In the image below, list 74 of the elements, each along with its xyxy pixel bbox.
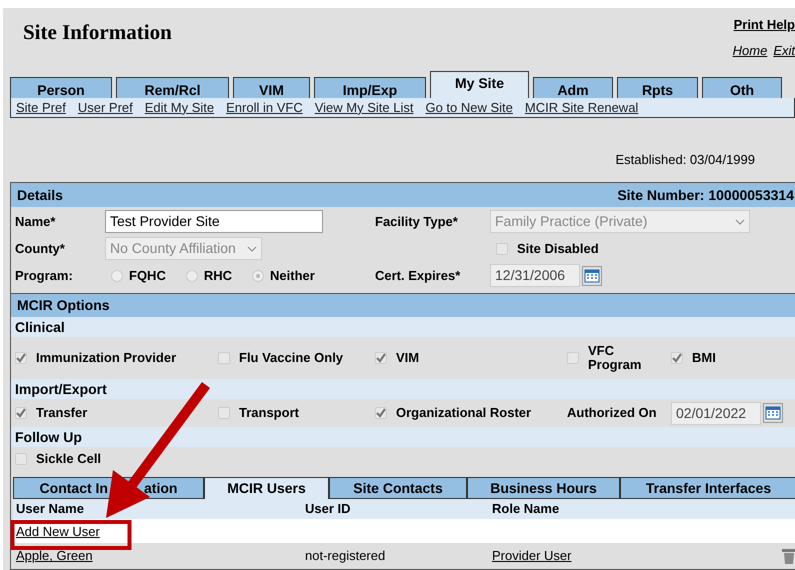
field-label: Cert. Expires*	[375, 266, 462, 285]
checkbox[interactable]	[496, 242, 508, 254]
field-label: County*	[15, 240, 66, 258]
add-user-link[interactable]: Add New User	[16, 524, 100, 539]
option-label: RHC	[204, 266, 232, 285]
tab[interactable]: VIM	[233, 77, 310, 98]
menu-link[interactable]: MCIR Site Renewal	[524, 98, 638, 118]
checkbox[interactable]	[15, 352, 27, 364]
field-label: Facility Type*	[375, 212, 459, 231]
tab[interactable]: Business Hours	[467, 477, 620, 499]
checkbox[interactable]	[218, 407, 230, 419]
role-link[interactable]: Provider User	[492, 546, 572, 566]
tab[interactable]: Transfer Interfaces	[620, 477, 795, 499]
option-label: BMI	[692, 349, 716, 368]
option-label: Immunization Provider	[36, 349, 176, 368]
field-label: Program:	[15, 266, 74, 285]
section-title: MCIR Options	[17, 296, 110, 315]
trash-icon[interactable]	[782, 548, 795, 564]
group-title: Import/Export	[15, 380, 107, 399]
radio-button[interactable]	[186, 270, 198, 282]
option-label: Transport	[239, 404, 299, 422]
print-help-link[interactable]: Print Help	[734, 15, 795, 34]
nav-link[interactable]: Home	[732, 40, 768, 60]
tab[interactable]: Imp/Exp	[314, 77, 426, 98]
menu-link[interactable]: View My Site List	[314, 98, 414, 118]
tab[interactable]: Oth	[702, 77, 782, 98]
radio-button[interactable]	[111, 270, 123, 282]
option-label: Transfer	[36, 404, 88, 422]
tab[interactable]: My Site	[430, 71, 529, 98]
option-label: Organizational Roster	[396, 404, 532, 422]
option-label: Site Disabled	[517, 240, 599, 258]
calendar-icon[interactable]	[763, 403, 783, 423]
checkbox[interactable]	[671, 352, 683, 364]
checkbox[interactable]	[15, 453, 27, 465]
site-number: Site Number: 10000053314	[617, 186, 794, 204]
menu-link[interactable]: Enroll in VFC	[226, 98, 303, 118]
tab[interactable]: Site Contacts	[329, 477, 467, 499]
option-label: FQHC	[129, 266, 166, 285]
tab[interactable]: Rem/Rcl	[116, 77, 229, 98]
user-name-link[interactable]: Apple, Green	[16, 546, 305, 566]
group-title: Follow Up	[15, 428, 82, 447]
radio-button[interactable]	[252, 270, 264, 282]
calendar-icon[interactable]	[582, 266, 602, 286]
input-field[interactable]: 12/31/2006	[490, 264, 580, 287]
column-header: User Name	[16, 500, 85, 518]
option-label: Flu Vaccine Only	[239, 349, 344, 368]
page-title: Site Information	[22, 19, 172, 46]
menu-link[interactable]: Go to New Site	[425, 98, 513, 118]
option-label: VIM	[396, 349, 420, 368]
checkbox[interactable]	[375, 352, 387, 364]
checkbox[interactable]	[567, 352, 579, 364]
tab[interactable]: MCIR Users	[204, 477, 329, 499]
menu-link[interactable]: User Pref	[78, 98, 133, 118]
tab[interactable]: Person	[10, 77, 112, 98]
menu-link[interactable]: Edit My Site	[144, 98, 214, 118]
established-date: Established: 03/04/1999	[616, 152, 755, 167]
tab[interactable]: Rpts	[617, 77, 698, 98]
option-label: Sickle Cell	[36, 450, 102, 468]
input-field[interactable]: Test Provider Site	[105, 210, 323, 233]
menu-link[interactable]: Site Pref	[16, 98, 66, 118]
group-title: Clinical	[15, 318, 65, 336]
field-label: Authorized On	[567, 404, 658, 422]
section-title: Details	[17, 186, 63, 204]
checkbox[interactable]	[375, 407, 387, 419]
checkbox[interactable]	[218, 352, 230, 364]
field-label: Name*	[15, 212, 56, 231]
column-header: User ID	[305, 500, 352, 518]
input-field[interactable]: 02/01/2022	[671, 402, 761, 424]
tab[interactable]: Adm	[533, 77, 613, 98]
option-label: VFC Program	[588, 344, 642, 372]
column-header: Role Name	[492, 500, 560, 518]
option-label: Neither	[270, 266, 315, 285]
checkbox[interactable]	[15, 407, 27, 419]
table-cell-text: not-registered	[305, 547, 386, 566]
